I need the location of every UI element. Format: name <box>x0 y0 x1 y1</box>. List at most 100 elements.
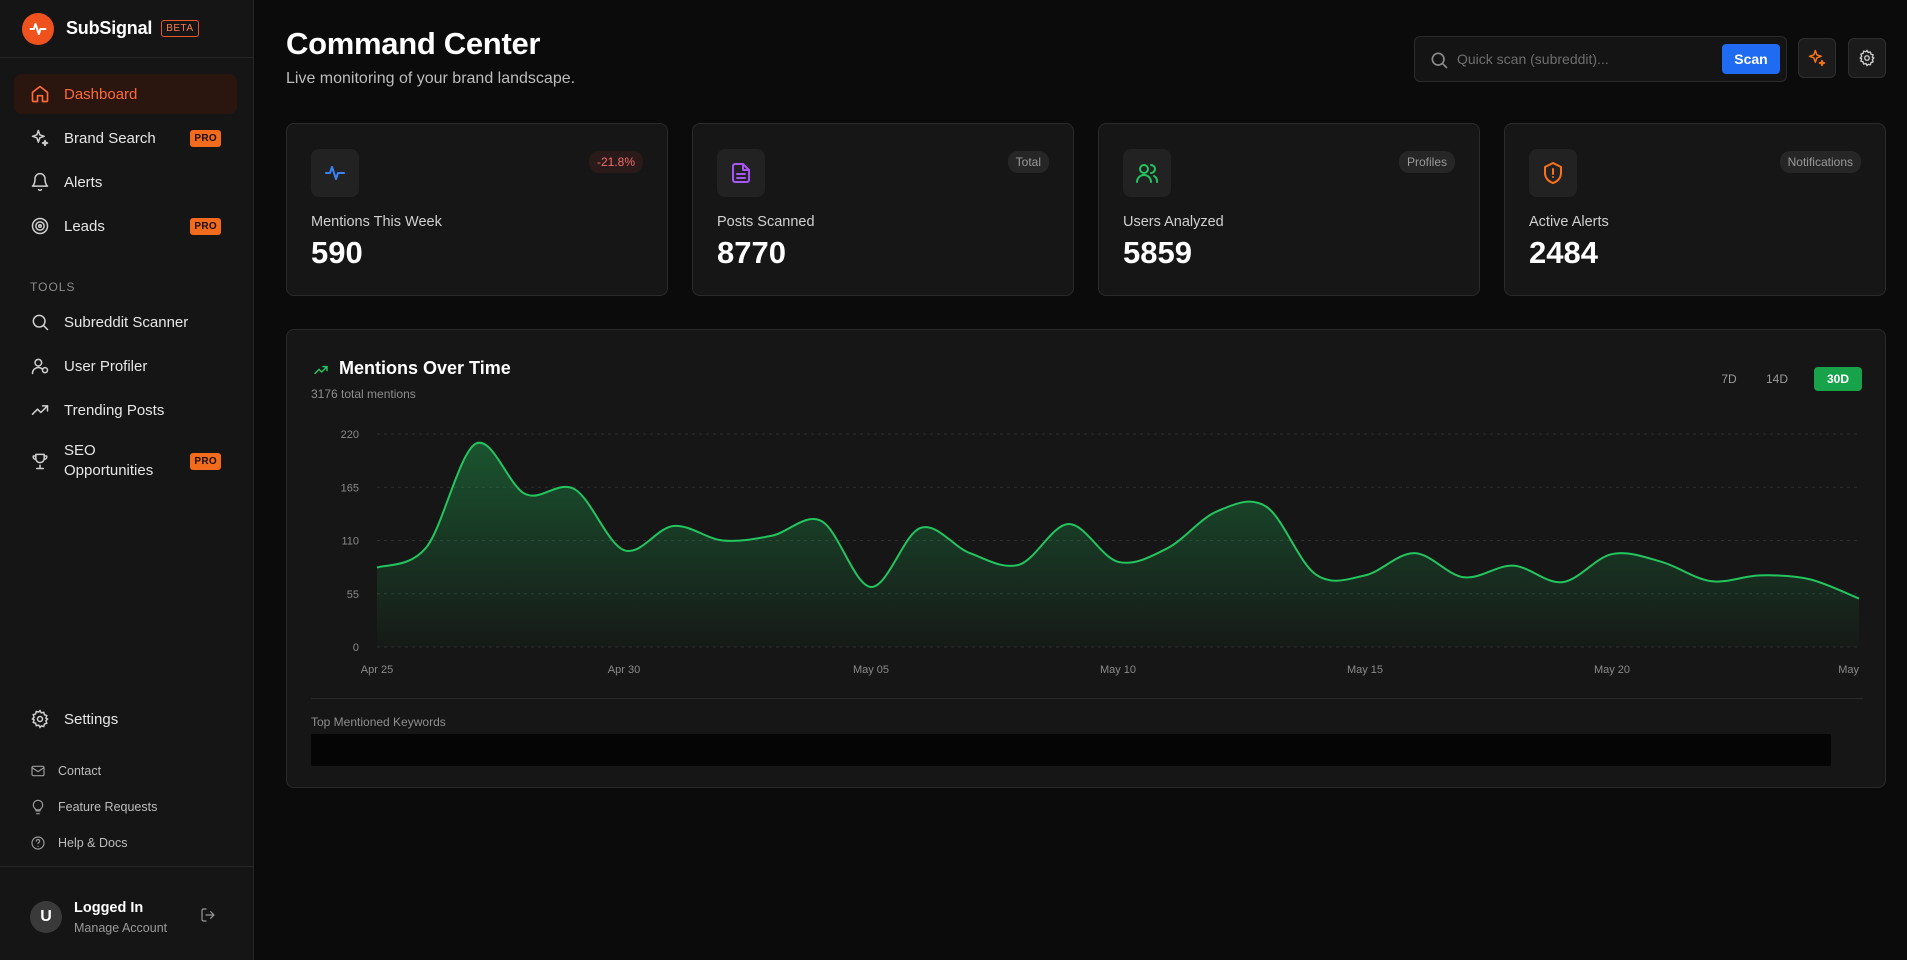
stat-label: Posts Scanned <box>717 214 815 230</box>
pro-badge: PRO <box>190 129 221 147</box>
stat-badge: Total <box>1007 151 1049 173</box>
stat-label: Active Alerts <box>1529 214 1609 230</box>
trending-up-icon <box>314 365 328 375</box>
stat-value: 2484 <box>1529 235 1598 270</box>
range-7d-button[interactable]: 7D <box>1714 367 1744 391</box>
user-name: Logged In <box>74 900 144 916</box>
manage-account-link[interactable]: Manage Account <box>74 921 167 935</box>
nav-item-label: Alerts <box>64 173 103 191</box>
divider <box>311 698 1863 699</box>
shield-alert-icon <box>1529 149 1577 197</box>
y-tick-label: 0 <box>353 642 359 654</box>
ai-sparkle-button[interactable] <box>1798 38 1836 78</box>
sidebar: SubSignal BETA Dashboard Brand Search PR… <box>0 0 254 960</box>
nav-item-user-profiler[interactable]: User Profiler <box>14 346 237 386</box>
nav-item-label-group: SEO Opportunities <box>64 441 153 481</box>
users-icon <box>1123 149 1171 197</box>
tools-heading: TOOLS <box>30 280 76 294</box>
brand-logo-icon[interactable] <box>22 12 54 45</box>
y-tick-label: 55 <box>347 589 359 601</box>
x-tick-label: Apr 25 <box>361 664 393 676</box>
nav-item-brand-search[interactable]: Brand Search PRO <box>14 118 237 158</box>
nav-item-trending-posts[interactable]: Trending Posts <box>14 390 237 430</box>
y-tick-label: 220 <box>341 429 359 441</box>
nav-item-alerts[interactable]: Alerts <box>14 162 237 202</box>
footer-link-label: Help & Docs <box>58 836 128 850</box>
x-tick-label: May 20 <box>1594 664 1630 676</box>
footer-link-contact[interactable]: Contact <box>30 763 101 779</box>
pro-badge: PRO <box>190 217 221 235</box>
avatar[interactable]: U <box>30 901 62 933</box>
x-tick-label: May 15 <box>1347 664 1383 676</box>
y-tick-label: 110 <box>341 536 359 548</box>
keywords-list-redacted <box>311 734 1831 766</box>
trending-up-icon <box>31 405 49 415</box>
nav-item-settings[interactable]: Settings <box>14 699 237 739</box>
search-icon <box>32 314 49 331</box>
help-circle-icon <box>31 836 45 850</box>
mentions-area <box>377 442 1859 647</box>
range-14d-button[interactable]: 14D <box>1759 367 1795 391</box>
bell-icon <box>31 172 49 192</box>
logout-icon[interactable] <box>200 907 216 928</box>
gear-icon <box>31 709 49 729</box>
nav-item-label: Trending Posts <box>64 401 165 419</box>
page-subtitle: Live monitoring of your brand landscape. <box>286 70 576 87</box>
keywords-label: Top Mentioned Keywords <box>311 715 446 729</box>
x-tick-label: May <box>1838 664 1859 676</box>
footer-link-feature-requests[interactable]: Feature Requests <box>30 799 157 815</box>
chart-title: Mentions Over Time <box>339 358 511 378</box>
file-text-icon <box>717 149 765 197</box>
activity-icon <box>311 149 359 197</box>
stat-badge: Profiles <box>1398 151 1455 173</box>
sparkles-icon <box>31 129 49 147</box>
stat-card-mentions[interactable]: -21.8% Mentions This Week 590 <box>286 123 668 296</box>
stat-card-alerts[interactable]: Notifications Active Alerts 2484 <box>1504 123 1886 296</box>
stat-label: Mentions This Week <box>311 214 442 230</box>
user-account[interactable]: U Logged In Manage Account <box>0 866 254 960</box>
lightbulb-icon <box>32 799 44 815</box>
nav-item-label: Dashboard <box>64 85 138 103</box>
stat-card-posts[interactable]: Total Posts Scanned 8770 <box>692 123 1074 296</box>
stat-badge: Notifications <box>1779 151 1861 173</box>
range-30d-button[interactable]: 30D <box>1814 367 1862 391</box>
search-icon <box>1431 52 1448 69</box>
user-icon <box>31 358 49 375</box>
stat-value: 8770 <box>717 235 786 270</box>
chart-subtitle: 3176 total mentions <box>311 387 416 401</box>
page-title: Command Center <box>286 26 541 61</box>
target-icon <box>31 217 49 235</box>
mail-icon <box>31 765 45 777</box>
nav-item-seo-opportunities[interactable]: SEO Opportunities PRO <box>14 434 237 488</box>
pro-badge: PRO <box>190 452 221 470</box>
nav-item-label: Subreddit Scanner <box>64 313 189 331</box>
change-badge: -21.8% <box>588 151 643 173</box>
x-tick-label: May 10 <box>1100 664 1136 676</box>
nav-item-subreddit-scanner[interactable]: Subreddit Scanner <box>14 302 237 342</box>
scan-button[interactable]: Scan <box>1722 44 1780 74</box>
beta-badge: BETA <box>161 20 199 37</box>
footer-link-help-docs[interactable]: Help & Docs <box>30 835 127 851</box>
nav-item-dashboard[interactable]: Dashboard <box>14 74 237 114</box>
brand-header: SubSignal BETA <box>0 0 253 58</box>
sparkles-icon <box>1808 49 1826 67</box>
trophy-icon <box>32 453 48 470</box>
footer-link-label: Feature Requests <box>58 800 158 814</box>
home-icon <box>31 85 49 103</box>
search-input[interactable] <box>1457 48 1717 70</box>
stat-value: 5859 <box>1123 235 1192 270</box>
y-tick-label: 165 <box>341 482 359 494</box>
nav-item-label: Opportunities <box>64 462 154 479</box>
stat-value: 590 <box>311 235 363 270</box>
nav-item-label: User Profiler <box>64 357 148 375</box>
nav-item-label: Brand Search <box>64 129 156 147</box>
nav-item-leads[interactable]: Leads PRO <box>14 206 237 246</box>
stat-card-users[interactable]: Profiles Users Analyzed 5859 <box>1098 123 1480 296</box>
brand-name: SubSignal <box>66 18 153 38</box>
quick-scan-search: Scan <box>1414 36 1787 82</box>
gear-icon <box>1859 49 1875 67</box>
mentions-chart-card: 0 55 110 165 220 Apr 25 Apr 30 May 05 May 10 May … <box>286 329 1886 788</box>
nav-item-label: Leads <box>64 217 105 235</box>
x-tick-label: Apr 30 <box>608 664 640 676</box>
settings-button[interactable] <box>1848 38 1886 78</box>
